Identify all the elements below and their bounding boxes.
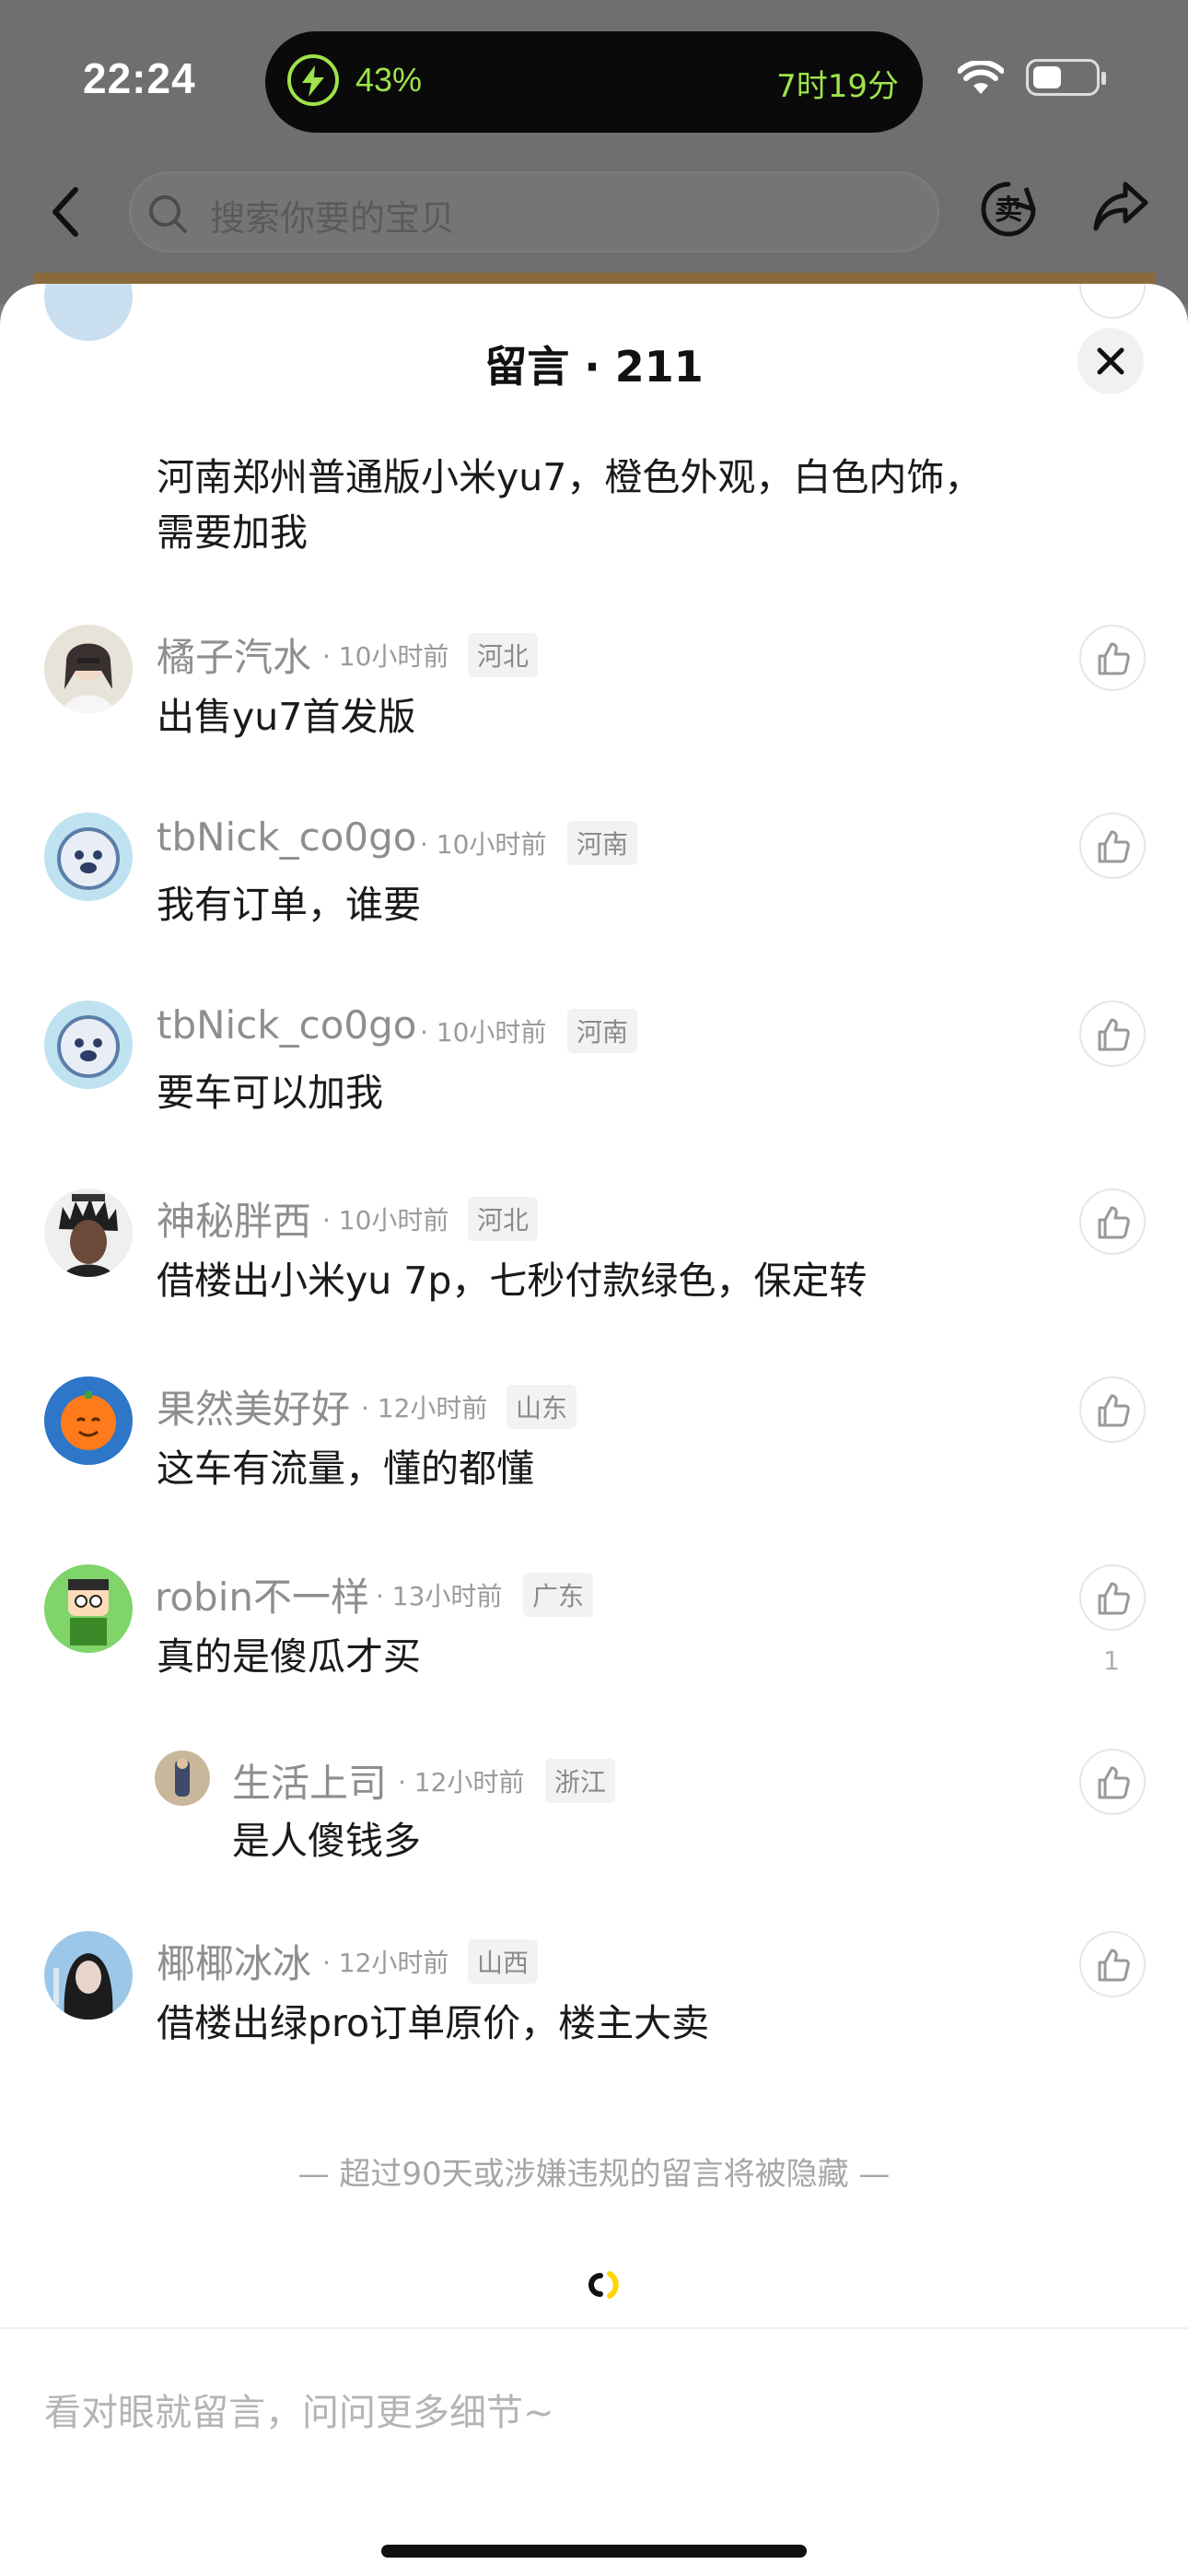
like-count: 1 bbox=[1103, 1645, 1120, 1676]
hidden-comments-note: — 超过90天或涉嫌违规的留言将被隐藏 — bbox=[297, 2156, 891, 2193]
comment-time: · 12小时前 bbox=[361, 1393, 488, 1423]
battery-percentage: 43% bbox=[355, 61, 423, 99]
comment-content: 借楼出绿pro订单原价，楼主大卖 bbox=[157, 2001, 710, 2045]
avatar[interactable] bbox=[155, 1751, 210, 1806]
thumbs-up-icon bbox=[1098, 1949, 1130, 1982]
status-time: 22:24 bbox=[83, 54, 196, 102]
comment-author[interactable]: robin不一样 bbox=[155, 1566, 369, 1622]
location-tag: 山东 bbox=[507, 1385, 577, 1429]
thumbs-up-icon bbox=[1098, 1206, 1130, 1239]
thumbs-up-icon bbox=[1098, 1766, 1130, 1799]
like-button[interactable] bbox=[1079, 1188, 1146, 1255]
thumbs-up-icon bbox=[1098, 642, 1130, 675]
charging-bolt-icon bbox=[287, 54, 339, 106]
comment-content: 这车有流量，懂的都懂 bbox=[157, 1446, 534, 1491]
location-tag: 河北 bbox=[468, 633, 539, 677]
close-icon bbox=[1097, 347, 1124, 375]
thumbs-up-icon bbox=[1098, 1018, 1130, 1051]
avatar[interactable] bbox=[44, 1376, 133, 1465]
avatar[interactable] bbox=[44, 284, 133, 341]
like-button[interactable] bbox=[1079, 813, 1146, 879]
comment-author[interactable]: 果然美好好 bbox=[157, 1378, 350, 1434]
location-tag: 山西 bbox=[468, 1939, 539, 1984]
home-indicator[interactable] bbox=[381, 2545, 807, 2558]
comment-author[interactable]: 椰椰冰冰 bbox=[157, 1933, 311, 1989]
search-placeholder: 搜索你要的宝贝 bbox=[210, 198, 456, 239]
location-tag: 河北 bbox=[468, 1197, 539, 1241]
like-button[interactable] bbox=[1079, 1376, 1146, 1443]
avatar[interactable] bbox=[44, 1564, 133, 1653]
battery-remaining-time: 7时19分 bbox=[776, 68, 899, 105]
avatar[interactable] bbox=[44, 1188, 133, 1277]
dynamic-island: 43% 7时19分 bbox=[265, 31, 923, 133]
comment-time: · 10小时前 bbox=[322, 641, 449, 672]
sheet-title: 留言 · 211 bbox=[484, 342, 704, 392]
like-button[interactable] bbox=[1079, 1749, 1146, 1815]
avatar[interactable] bbox=[44, 813, 133, 901]
comment-author[interactable]: tbNick_co0go bbox=[157, 814, 417, 860]
comment-author[interactable]: tbNick_co0go bbox=[157, 1002, 417, 1048]
avatar[interactable] bbox=[44, 1001, 133, 1089]
like-button[interactable] bbox=[1079, 284, 1146, 319]
comment-content: 河南郑州普通版小米yu7，橙色外观，白色内饰， bbox=[157, 455, 983, 499]
close-button[interactable] bbox=[1077, 328, 1144, 394]
location-tag: 浙江 bbox=[545, 1759, 616, 1803]
comment-time: · 10小时前 bbox=[420, 829, 547, 860]
share-icon[interactable] bbox=[1092, 181, 1149, 234]
search-icon bbox=[149, 195, 187, 233]
location-tag: 河南 bbox=[567, 1009, 638, 1053]
like-button[interactable] bbox=[1079, 1564, 1146, 1631]
location-tag: 河南 bbox=[567, 821, 638, 865]
comment-author[interactable]: 神秘胖西 bbox=[157, 1190, 311, 1247]
like-button[interactable] bbox=[1079, 1931, 1146, 1997]
comment-author[interactable]: 生活上司 bbox=[232, 1752, 387, 1809]
wifi-icon bbox=[958, 61, 1004, 94]
input-divider bbox=[0, 2327, 1188, 2329]
loading-spinner-icon bbox=[588, 2271, 619, 2299]
svg-text:卖: 卖 bbox=[995, 194, 1022, 227]
comment-author[interactable]: 橘子汽水 bbox=[157, 626, 311, 683]
battery-icon bbox=[1026, 59, 1100, 96]
battery-cap bbox=[1101, 72, 1106, 85]
comment-content: 借楼出小米yu 7p，七秒付款绿色，保定转 bbox=[157, 1259, 868, 1303]
comment-time: · 13小时前 bbox=[376, 1581, 503, 1611]
thumbs-up-icon bbox=[1098, 830, 1130, 863]
avatar[interactable] bbox=[44, 625, 133, 713]
location-tag: 广东 bbox=[523, 1573, 594, 1617]
comment-time: · 12小时前 bbox=[398, 1767, 525, 1797]
sell-icon[interactable]: 卖 bbox=[980, 181, 1037, 238]
comment-content: 要车可以加我 bbox=[157, 1071, 383, 1115]
comment-time: · 12小时前 bbox=[322, 1948, 449, 1978]
thumbs-up-icon bbox=[1098, 1394, 1130, 1427]
comment-time: · 10小时前 bbox=[420, 1017, 547, 1048]
comment-content: 出售yu7首发版 bbox=[157, 695, 416, 739]
like-button[interactable] bbox=[1079, 1001, 1146, 1067]
comment-content: 是人傻钱多 bbox=[232, 1819, 421, 1863]
comment-input[interactable]: 看对眼就留言，问问更多细节~ bbox=[44, 2383, 554, 2436]
comment-content: 我有订单，谁要 bbox=[157, 883, 421, 927]
comment-content-line2: 需要加我 bbox=[157, 510, 308, 555]
like-button[interactable] bbox=[1079, 625, 1146, 691]
comments-sheet: 留言 · 211 河南郑州普通版小米yu7，橙色外观，白色内饰， 需要加我 橘子… bbox=[0, 284, 1188, 2576]
thumbs-up-icon bbox=[1098, 1582, 1130, 1615]
comment-content: 真的是傻瓜才买 bbox=[157, 1634, 421, 1679]
comment-time: · 10小时前 bbox=[322, 1205, 449, 1235]
avatar[interactable] bbox=[44, 1931, 133, 2020]
back-arrow-icon[interactable] bbox=[48, 186, 85, 238]
